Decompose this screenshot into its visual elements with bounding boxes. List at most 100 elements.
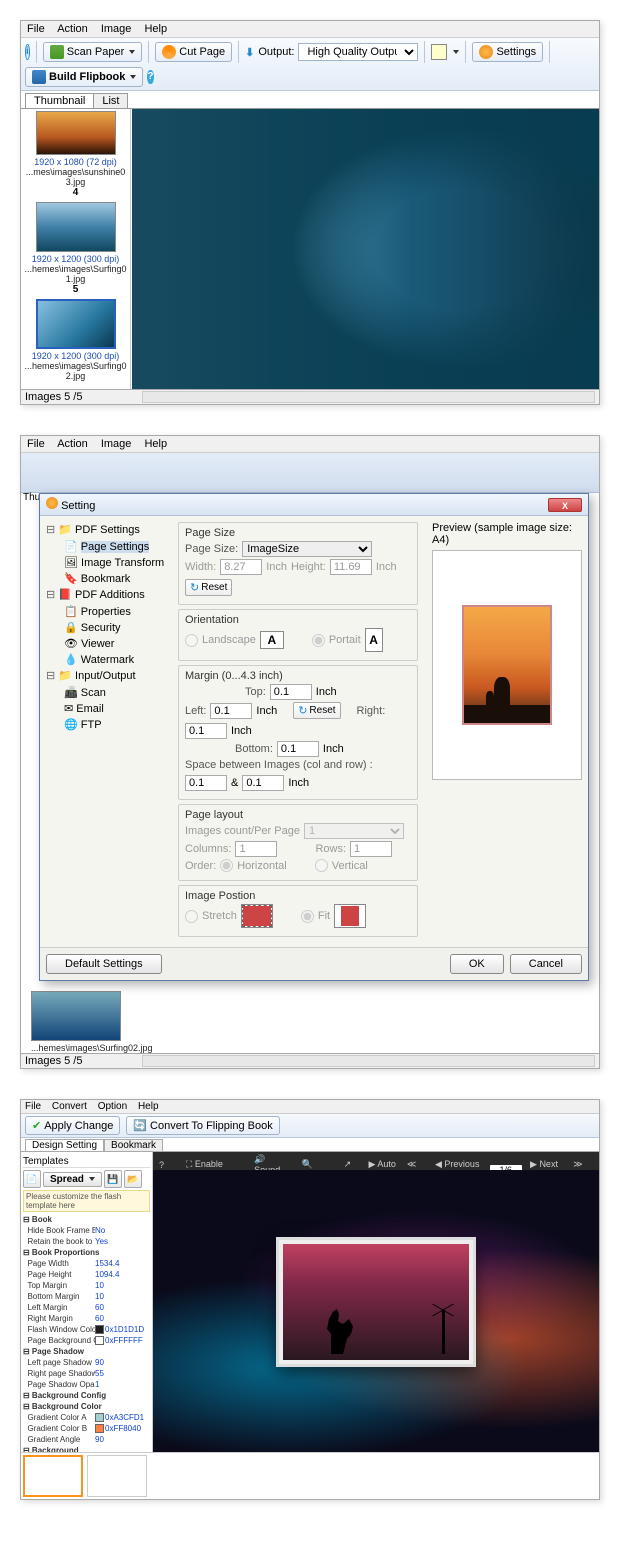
windmill-blades bbox=[431, 1298, 455, 1322]
menu-option[interactable]: Option bbox=[98, 1101, 127, 1112]
apply-change-button[interactable]: ✔Apply Change bbox=[25, 1116, 120, 1135]
preview-label: Preview (sample image size: A4) bbox=[432, 522, 582, 546]
property-row[interactable]: ⊟ Background Config bbox=[23, 1390, 150, 1401]
margin-left-input[interactable] bbox=[210, 703, 252, 719]
page-thumbnail-selected[interactable] bbox=[23, 1455, 83, 1497]
info-icon[interactable]: i bbox=[25, 44, 30, 60]
menu-help[interactable]: Help bbox=[144, 23, 167, 35]
property-row[interactable]: ⊟ Book Proportions bbox=[23, 1247, 150, 1258]
status-bar: Images 5 /5 bbox=[21, 389, 599, 404]
property-row[interactable]: ⊟ Page Shadow bbox=[23, 1346, 150, 1357]
tree-watermark[interactable]: Watermark bbox=[81, 654, 134, 666]
tab-design-setting[interactable]: Design Setting bbox=[25, 1139, 104, 1151]
scrollbar[interactable] bbox=[142, 391, 595, 403]
open-template-button[interactable]: 📂 bbox=[124, 1170, 142, 1188]
menu-image[interactable]: Image bbox=[101, 23, 132, 35]
template-icon-button[interactable]: 📄 bbox=[23, 1170, 41, 1188]
space-col-input[interactable] bbox=[185, 775, 227, 791]
thumb-path: ...hemes\images\Surfing01.jpg bbox=[23, 264, 128, 284]
convert-button[interactable]: 🔄Convert To Flipping Book bbox=[126, 1116, 279, 1135]
cut-page-button[interactable]: Cut Page bbox=[155, 42, 232, 62]
menu-help[interactable]: Help bbox=[138, 1101, 159, 1112]
tab-list[interactable]: List bbox=[93, 93, 128, 108]
help-icon[interactable]: ? bbox=[147, 70, 153, 84]
menu-image[interactable]: Image bbox=[101, 438, 132, 450]
transform-icon: 🖼 bbox=[64, 557, 78, 569]
property-row[interactable]: ⊟ Background Color bbox=[23, 1401, 150, 1412]
landscape-radio bbox=[185, 634, 198, 647]
page-size-select[interactable]: ImageSize bbox=[242, 541, 372, 557]
watermark-icon: 💧 bbox=[64, 654, 78, 666]
reset-button[interactable]: ↻Reset bbox=[185, 579, 232, 596]
tree-scan[interactable]: Scan bbox=[81, 687, 106, 699]
tree-image-transform[interactable]: Image Transform bbox=[81, 557, 164, 569]
fit-icon bbox=[334, 904, 366, 928]
property-row[interactable]: ⊟ Book bbox=[23, 1214, 150, 1225]
dropdown-icon bbox=[130, 75, 136, 79]
thumbnail-item[interactable]: 1920 x 1200 (300 dpi) ...hemes\images\Su… bbox=[23, 299, 128, 381]
columns-input bbox=[235, 841, 277, 857]
spread-button[interactable]: Spread bbox=[43, 1172, 102, 1187]
page-size-group: Page Size bbox=[185, 527, 411, 539]
settings-button[interactable]: Settings bbox=[472, 42, 543, 62]
convert-icon: 🔄 bbox=[133, 1119, 147, 1132]
menu-file[interactable]: File bbox=[27, 23, 45, 35]
property-row[interactable]: ⊟ Background bbox=[23, 1445, 150, 1452]
tree-properties[interactable]: Properties bbox=[81, 606, 131, 618]
property-row: Page Shadow Opacity1 bbox=[23, 1379, 150, 1390]
ftp-icon: 🌐 bbox=[64, 719, 78, 731]
menu-action[interactable]: Action bbox=[57, 23, 88, 35]
tree-email[interactable]: Email bbox=[76, 703, 104, 715]
flipbook-preview[interactable] bbox=[276, 1237, 476, 1367]
tab-thumbnail[interactable]: Thumbnail bbox=[25, 93, 94, 108]
folder-icon: 📁 bbox=[58, 524, 72, 536]
property-row: Gradient Color B0xFF8040 bbox=[23, 1423, 150, 1434]
property-row: Page Height1094.4 bbox=[23, 1269, 150, 1280]
output-icon: ⬇ bbox=[245, 46, 254, 59]
lock-icon: 🔒 bbox=[64, 622, 78, 634]
scrollbar[interactable] bbox=[142, 1055, 595, 1067]
tree-ftp[interactable]: FTP bbox=[81, 719, 102, 731]
menu-action[interactable]: Action bbox=[57, 438, 88, 450]
menu-convert[interactable]: Convert bbox=[52, 1101, 87, 1112]
thumbnail-item[interactable]: 1920 x 1080 (72 dpi) ...mes\images\sunsh… bbox=[23, 111, 128, 198]
tab-bookmark[interactable]: Bookmark bbox=[104, 1139, 163, 1151]
property-row: Left Margin60 bbox=[23, 1302, 150, 1313]
build-flipbook-button[interactable]: Build Flipbook bbox=[25, 67, 143, 87]
tree-viewer[interactable]: Viewer bbox=[81, 638, 114, 650]
thumbnail-item[interactable]: 1920 x 1200 (300 dpi) ...hemes\images\Su… bbox=[23, 202, 128, 295]
tree-pdf-additions[interactable]: PDF Additions bbox=[75, 589, 145, 601]
close-button[interactable]: X bbox=[548, 498, 582, 512]
portrait-radio bbox=[312, 634, 325, 647]
rows-input bbox=[350, 841, 392, 857]
menu-file[interactable]: File bbox=[25, 1101, 41, 1112]
margin-bottom-input[interactable] bbox=[277, 741, 319, 757]
property-row: Right Margin60 bbox=[23, 1313, 150, 1324]
tree-bookmark[interactable]: Bookmark bbox=[81, 573, 131, 585]
default-settings-button[interactable]: Default Settings bbox=[46, 954, 162, 974]
preview-column: Preview (sample image size: A4) bbox=[432, 522, 582, 941]
scan-paper-button[interactable]: Scan Paper bbox=[43, 42, 142, 62]
menu-help[interactable]: Help bbox=[144, 438, 167, 450]
properties-icon: 📋 bbox=[64, 606, 78, 618]
save-template-button[interactable]: 💾 bbox=[104, 1170, 122, 1188]
page-thumbnail[interactable] bbox=[87, 1455, 147, 1497]
space-row-input[interactable] bbox=[242, 775, 284, 791]
ok-button[interactable]: OK bbox=[450, 954, 504, 974]
tree-pdf-settings[interactable]: PDF Settings bbox=[75, 524, 140, 536]
reset-margin-button[interactable]: ↻Reset bbox=[293, 702, 340, 719]
property-grid: ⊟ Book Hide Book Frame BarNo Retain the … bbox=[23, 1214, 150, 1452]
menu-file[interactable]: File bbox=[27, 438, 45, 450]
margin-top-input[interactable] bbox=[270, 684, 312, 700]
color-swatch[interactable] bbox=[431, 44, 447, 60]
tree-page-settings[interactable]: Page Settings bbox=[81, 541, 150, 553]
refresh-icon: ↻ bbox=[298, 704, 307, 717]
output-select[interactable]: High Quality Output bbox=[298, 43, 418, 61]
cancel-button[interactable]: Cancel bbox=[510, 954, 582, 974]
tree-input-output[interactable]: Input/Output bbox=[75, 670, 136, 682]
margin-right-input[interactable] bbox=[185, 723, 227, 739]
height-label: Height: bbox=[291, 561, 326, 573]
tree-security[interactable]: Security bbox=[81, 622, 121, 634]
scanner-icon bbox=[50, 45, 64, 59]
height-input bbox=[330, 559, 372, 575]
